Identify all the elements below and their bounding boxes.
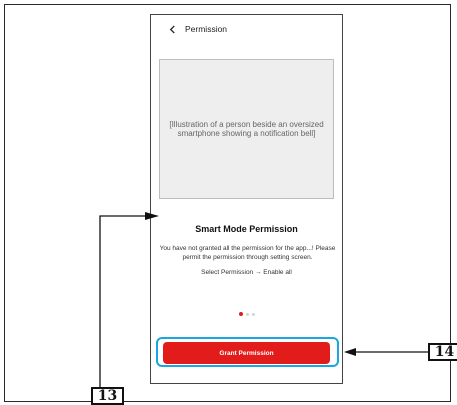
grant-permission-button[interactable]: Grant Permission xyxy=(163,342,330,364)
chevron-left-icon xyxy=(169,24,175,34)
illustration-label: [Illustration of a person beside an over… xyxy=(169,120,324,138)
callout-13-label: 13 xyxy=(91,387,124,405)
phone-screen: Permission [Illustration of a person bes… xyxy=(150,14,343,384)
back-button[interactable] xyxy=(163,20,181,38)
permission-description: You have not granted all the permission … xyxy=(159,245,336,261)
page-dot xyxy=(251,312,255,316)
onboarding-illustration: [Illustration of a person beside an over… xyxy=(159,59,334,199)
page-dot-active xyxy=(238,312,243,316)
permission-heading: Smart Mode Permission xyxy=(195,224,298,234)
page-indicator xyxy=(151,312,342,316)
page-title: Permission xyxy=(185,24,228,34)
page-dot xyxy=(245,312,249,316)
permission-hint: Select Permission → Enable all xyxy=(201,269,292,276)
callout-14-label: 14 xyxy=(428,343,457,361)
top-bar: Permission xyxy=(151,15,342,43)
